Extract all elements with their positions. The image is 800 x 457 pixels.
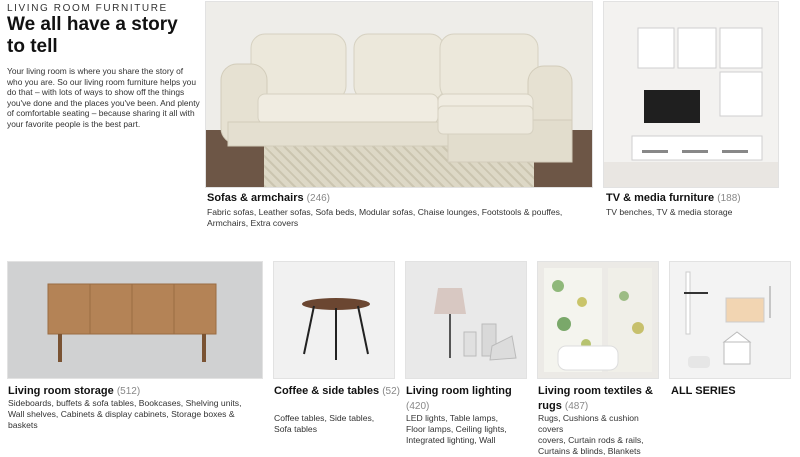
tv-unit-illustration bbox=[631, 27, 763, 161]
side-table-illustration bbox=[302, 298, 370, 360]
category-title-all-series[interactable]: ALL SERIES bbox=[671, 384, 736, 399]
link-footstools-pouffes[interactable]: Footstools & pouffes bbox=[482, 207, 560, 217]
tv-media-image[interactable] bbox=[604, 2, 778, 187]
link-sofa-beds[interactable]: Sofa beds bbox=[315, 207, 354, 217]
link-ceiling-lights[interactable]: Ceiling lights bbox=[456, 424, 505, 434]
link-table-lamps[interactable]: Table lamps bbox=[450, 413, 496, 423]
link-wall[interactable]: Wall bbox=[479, 435, 495, 445]
link-bookcases[interactable]: Bookcases bbox=[139, 398, 181, 408]
sublinks-textiles: Rugs, Cushions & cushion covers covers, C… bbox=[538, 413, 644, 456]
coffee-tables-image[interactable] bbox=[274, 262, 394, 378]
link-side-tables[interactable]: Side tables bbox=[329, 413, 372, 423]
link-curtain-rods[interactable]: Curtain rods & rails bbox=[568, 435, 641, 445]
sofa-illustration bbox=[220, 33, 573, 163]
sublinks-storage: Sideboards, buffets & sofa tables, Bookc… bbox=[8, 398, 242, 430]
link-rugs[interactable]: Rugs bbox=[538, 413, 558, 423]
sublinks-sofas: Fabric sofas, Leather sofas, Sofa beds, … bbox=[207, 207, 563, 228]
category-title-tv-media[interactable]: TV & media furniture (188) bbox=[606, 191, 741, 206]
textiles-illustration bbox=[544, 268, 652, 372]
link-armchairs[interactable]: Armchairs bbox=[207, 218, 246, 228]
link-blankets[interactable]: Blankets bbox=[608, 446, 641, 456]
storage-image[interactable] bbox=[8, 262, 262, 378]
all-series-image[interactable] bbox=[670, 262, 790, 378]
lamps-illustration bbox=[434, 288, 517, 361]
link-cabinets[interactable]: Cabinets & display cabinets bbox=[61, 409, 167, 419]
intro-paragraph: Your living room is where you share the … bbox=[7, 66, 200, 129]
page-headline: We all have a story to tell bbox=[7, 14, 178, 57]
category-title-textiles[interactable]: Living room textiles & rugs (487) bbox=[538, 384, 664, 414]
link-shelving-units[interactable]: Shelving units bbox=[186, 398, 240, 408]
link-chaise-lounges[interactable]: Chaise lounges bbox=[418, 207, 477, 217]
textiles-image[interactable] bbox=[538, 262, 658, 378]
link-modular-sofas[interactable]: Modular sofas bbox=[359, 207, 413, 217]
link-coffee-tables[interactable]: Coffee tables bbox=[274, 413, 324, 423]
link-wall-shelves[interactable]: Wall shelves bbox=[8, 409, 56, 419]
sublinks-coffee: Coffee tables, Side tables, Sofa tables bbox=[274, 413, 375, 434]
sublinks-lighting: LED lights, Table lamps, Floor lamps, Cei… bbox=[406, 413, 507, 445]
sublinks-tv-media: TV benches, TV & media storage bbox=[606, 207, 733, 217]
section-eyebrow: LIVING ROOM FURNITURE bbox=[7, 3, 168, 14]
series-illustration bbox=[684, 271, 771, 368]
link-leather-sofas[interactable]: Leather sofas bbox=[259, 207, 311, 217]
category-title-sofas[interactable]: Sofas & armchairs (246) bbox=[207, 191, 330, 206]
link-tv-benches[interactable]: TV benches bbox=[606, 207, 652, 217]
link-floor-lamps[interactable]: Floor lamps bbox=[406, 424, 451, 434]
category-title-coffee[interactable]: Coffee & side tables (52) bbox=[274, 384, 400, 399]
category-title-storage[interactable]: Living room storage (512) bbox=[8, 384, 140, 399]
link-fabric-sofas[interactable]: Fabric sofas bbox=[207, 207, 254, 217]
link-curtains-blinds[interactable]: Curtains & blinds bbox=[538, 446, 603, 456]
sofas-image[interactable] bbox=[206, 2, 592, 187]
category-title-lighting[interactable]: Living room lighting (420) bbox=[406, 384, 532, 414]
link-tv-media-storage[interactable]: TV & media storage bbox=[657, 207, 733, 217]
sideboard-illustration bbox=[47, 283, 217, 362]
link-sideboards[interactable]: Sideboards, buffets & sofa tables bbox=[8, 398, 134, 408]
link-led-lights[interactable]: LED lights bbox=[406, 413, 445, 423]
lighting-image[interactable] bbox=[406, 262, 526, 378]
link-integrated-lighting[interactable]: Integrated lighting bbox=[406, 435, 474, 445]
link-sofa-tables[interactable]: Sofa tables bbox=[274, 424, 317, 434]
link-extra-covers[interactable]: Extra covers bbox=[250, 218, 298, 228]
